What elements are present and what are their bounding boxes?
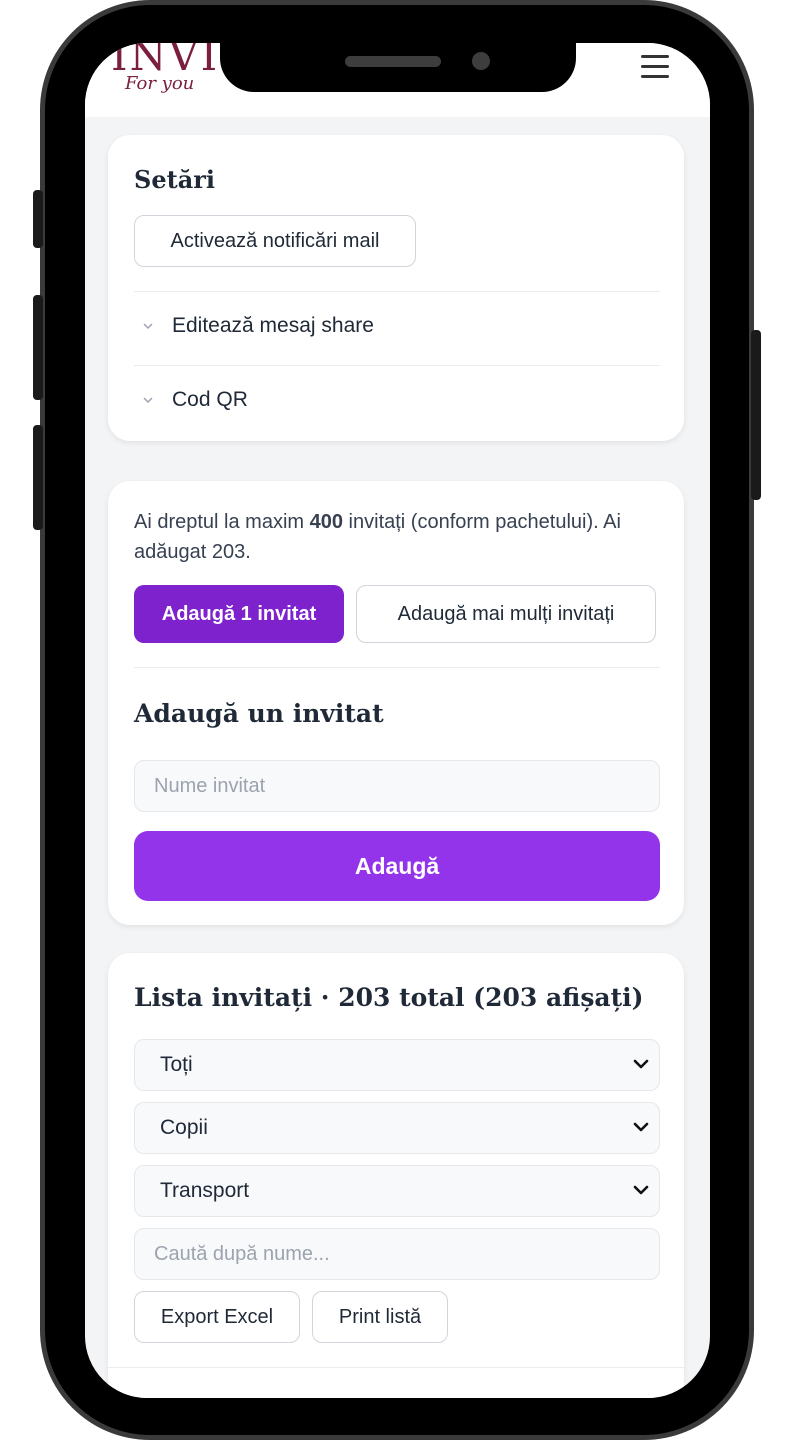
accordion-label: Editează mesaj share [172,314,374,337]
enable-mail-notifications-button[interactable]: Activează notificări mail [134,215,416,267]
divider [134,667,660,668]
accordion-qr-code[interactable]: Cod QR [134,380,660,420]
guest-list-title: Lista invitați · 203 total (203 afișați) [134,983,644,1012]
divider [134,365,660,366]
settings-card: Setări Activează notificări mail Editeaz… [108,135,684,441]
phone-power-button [751,330,761,500]
add-one-guest-button[interactable]: Adaugă 1 invitat [134,585,344,643]
add-guest-form-title: Adaugă un invitat [134,699,384,728]
filter-transport-select[interactable]: Transport [134,1165,660,1217]
divider [108,1367,684,1368]
phone-notch [220,43,576,92]
guest-search-input[interactable]: Caută după nume... [134,1228,660,1280]
invite-limit-prefix: Ai dreptul la maxim [134,511,310,533]
chevron-down-icon [633,1059,649,1069]
phone-speaker [345,56,441,67]
print-list-button[interactable]: Print listă [312,1291,448,1343]
divider [134,291,660,292]
phone-camera [472,52,490,70]
guest-name-input[interactable]: Nume invitat [134,760,660,812]
chevron-down-icon [633,1185,649,1195]
select-value: Transport [160,1179,250,1202]
invite-limit-max: 400 [309,511,343,533]
add-guest-submit-button[interactable]: Adaugă [134,831,660,901]
select-value: Toți [160,1053,193,1076]
filter-status-select[interactable]: Toți [134,1039,660,1091]
guest-list-card: Lista invitați · 203 total (203 afișați)… [108,953,684,1398]
phone-mute-switch [33,190,43,248]
chevron-down-icon [633,1122,649,1132]
chevron-down-icon [143,323,153,330]
select-value: Copii [160,1116,208,1139]
add-guest-card: Ai dreptul la maxim 400 invitați (confor… [108,481,684,925]
chevron-down-icon [143,397,153,404]
filter-children-select[interactable]: Copii [134,1102,660,1154]
phone-volume-down [33,425,43,530]
accordion-label: Cod QR [172,388,248,411]
add-multiple-guests-button[interactable]: Adaugă mai mulți invitați [356,585,656,643]
settings-title: Setări [134,165,215,194]
accordion-edit-share-message[interactable]: Editează mesaj share [134,306,660,346]
hamburger-menu-icon[interactable] [641,55,669,79]
invite-limit-text: Ai dreptul la maxim 400 invitați (confor… [134,507,634,567]
app-screen: INVI For you Setări Activează notificări… [85,43,710,1398]
export-excel-button[interactable]: Export Excel [134,1291,300,1343]
phone-volume-up [33,295,43,400]
logo-tagline: For you [125,73,195,94]
